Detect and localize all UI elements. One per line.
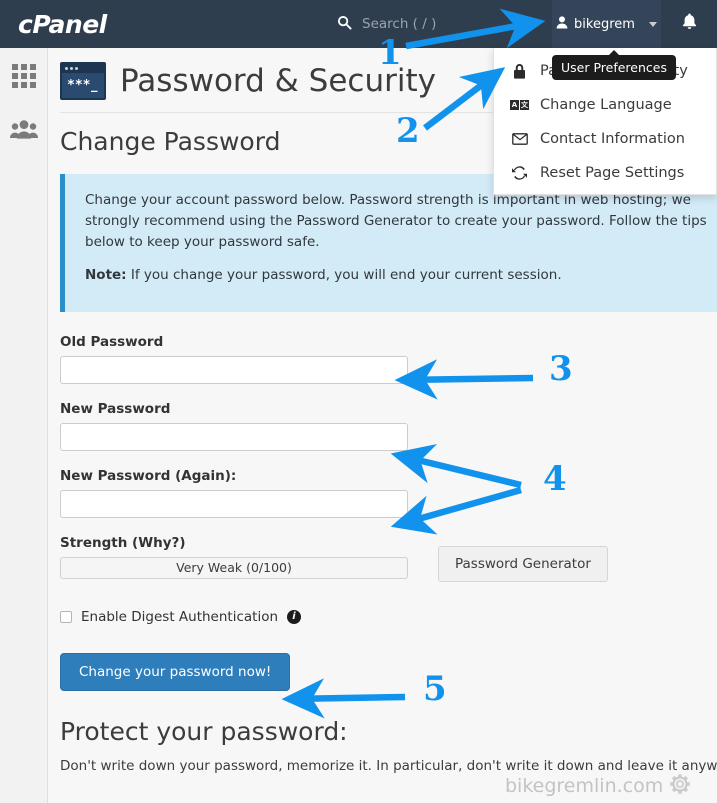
gear-icon: [667, 771, 693, 801]
lock-icon: [510, 63, 529, 79]
page-title: Password & Security: [120, 63, 436, 99]
top-navigation-bar: cPanel bikegrem: [0, 0, 717, 48]
old-password-input[interactable]: [60, 355, 408, 384]
new-password-field-block: New Password: [60, 401, 717, 451]
bell-icon: [682, 13, 697, 35]
strength-label: Strength (Why?): [60, 534, 186, 551]
menu-item-reset-page-settings[interactable]: Reset Page Settings: [494, 156, 716, 190]
protect-password-title: Protect your password:: [60, 716, 348, 746]
search-area[interactable]: [337, 0, 552, 48]
screenshot-root: cPanel bikegrem: [0, 0, 717, 803]
user-menu-button[interactable]: bikegrem: [552, 0, 661, 48]
menu-item-label: Change Language: [540, 97, 672, 113]
envelope-icon: [510, 133, 529, 145]
new-password-again-input[interactable]: [60, 489, 408, 518]
info-note-label: Note:: [85, 266, 127, 283]
cpanel-logo[interactable]: cPanel: [0, 0, 280, 48]
password-strength-meter: Very Weak (0/100): [60, 556, 408, 579]
sidebar-item-apps[interactable]: [0, 48, 48, 104]
new-password-input[interactable]: [60, 422, 408, 451]
notifications-button[interactable]: [661, 0, 717, 48]
digest-auth-checkbox[interactable]: [60, 610, 72, 623]
new-password-label: New Password: [60, 400, 171, 417]
menu-item-label: Contact Information: [540, 131, 685, 147]
menu-item-contact-information[interactable]: Contact Information: [494, 122, 716, 156]
password-generator-button[interactable]: Password Generator: [438, 545, 608, 582]
user-preferences-tooltip: User Preferences: [552, 50, 676, 80]
sidebar-item-users[interactable]: [0, 104, 48, 160]
watermark-text: bikegremlin.com: [505, 775, 664, 797]
new-password-again-label: New Password (Again):: [60, 467, 237, 484]
password-security-icon: ***_: [60, 62, 106, 100]
old-password-label: Old Password: [60, 333, 164, 350]
icon-glyph: ***_: [62, 73, 104, 98]
digest-auth-label: Enable Digest Authentication: [81, 608, 279, 625]
digest-auth-row: Enable Digest Authentication i: [60, 609, 717, 625]
old-password-field-block: Old Password: [60, 334, 717, 384]
user-menu-label: bikegrem: [574, 16, 635, 32]
info-paragraph: Change your account password below. Pass…: [85, 192, 707, 250]
apps-grid-icon: [12, 64, 36, 88]
new-password-again-field-block: New Password (Again):: [60, 468, 717, 518]
left-sidebar: [0, 48, 48, 803]
info-icon[interactable]: i: [287, 609, 302, 624]
strength-row: Very Weak (0/100) Password Generator: [60, 545, 717, 582]
info-note: Note: If you change your password, you w…: [85, 265, 717, 286]
search-icon: [337, 15, 352, 34]
info-note-text: If you change your password, you will en…: [126, 266, 562, 283]
icon-titlebar: [62, 64, 104, 73]
refresh-icon: [510, 166, 529, 180]
user-icon: [556, 15, 568, 33]
watermark: bikegremlin.com: [505, 771, 693, 801]
menu-item-change-language[interactable]: A文 Change Language: [494, 88, 716, 122]
users-group-icon: [10, 120, 38, 144]
language-icon: A文: [510, 100, 529, 110]
chevron-down-icon: [648, 21, 657, 27]
change-password-button[interactable]: Change your password now!: [60, 652, 291, 691]
change-password-form: Old Password New Password New Password (…: [60, 312, 717, 774]
menu-item-label: Reset Page Settings: [540, 165, 685, 181]
brand-text: cPanel: [18, 9, 107, 39]
search-input[interactable]: [362, 16, 512, 32]
